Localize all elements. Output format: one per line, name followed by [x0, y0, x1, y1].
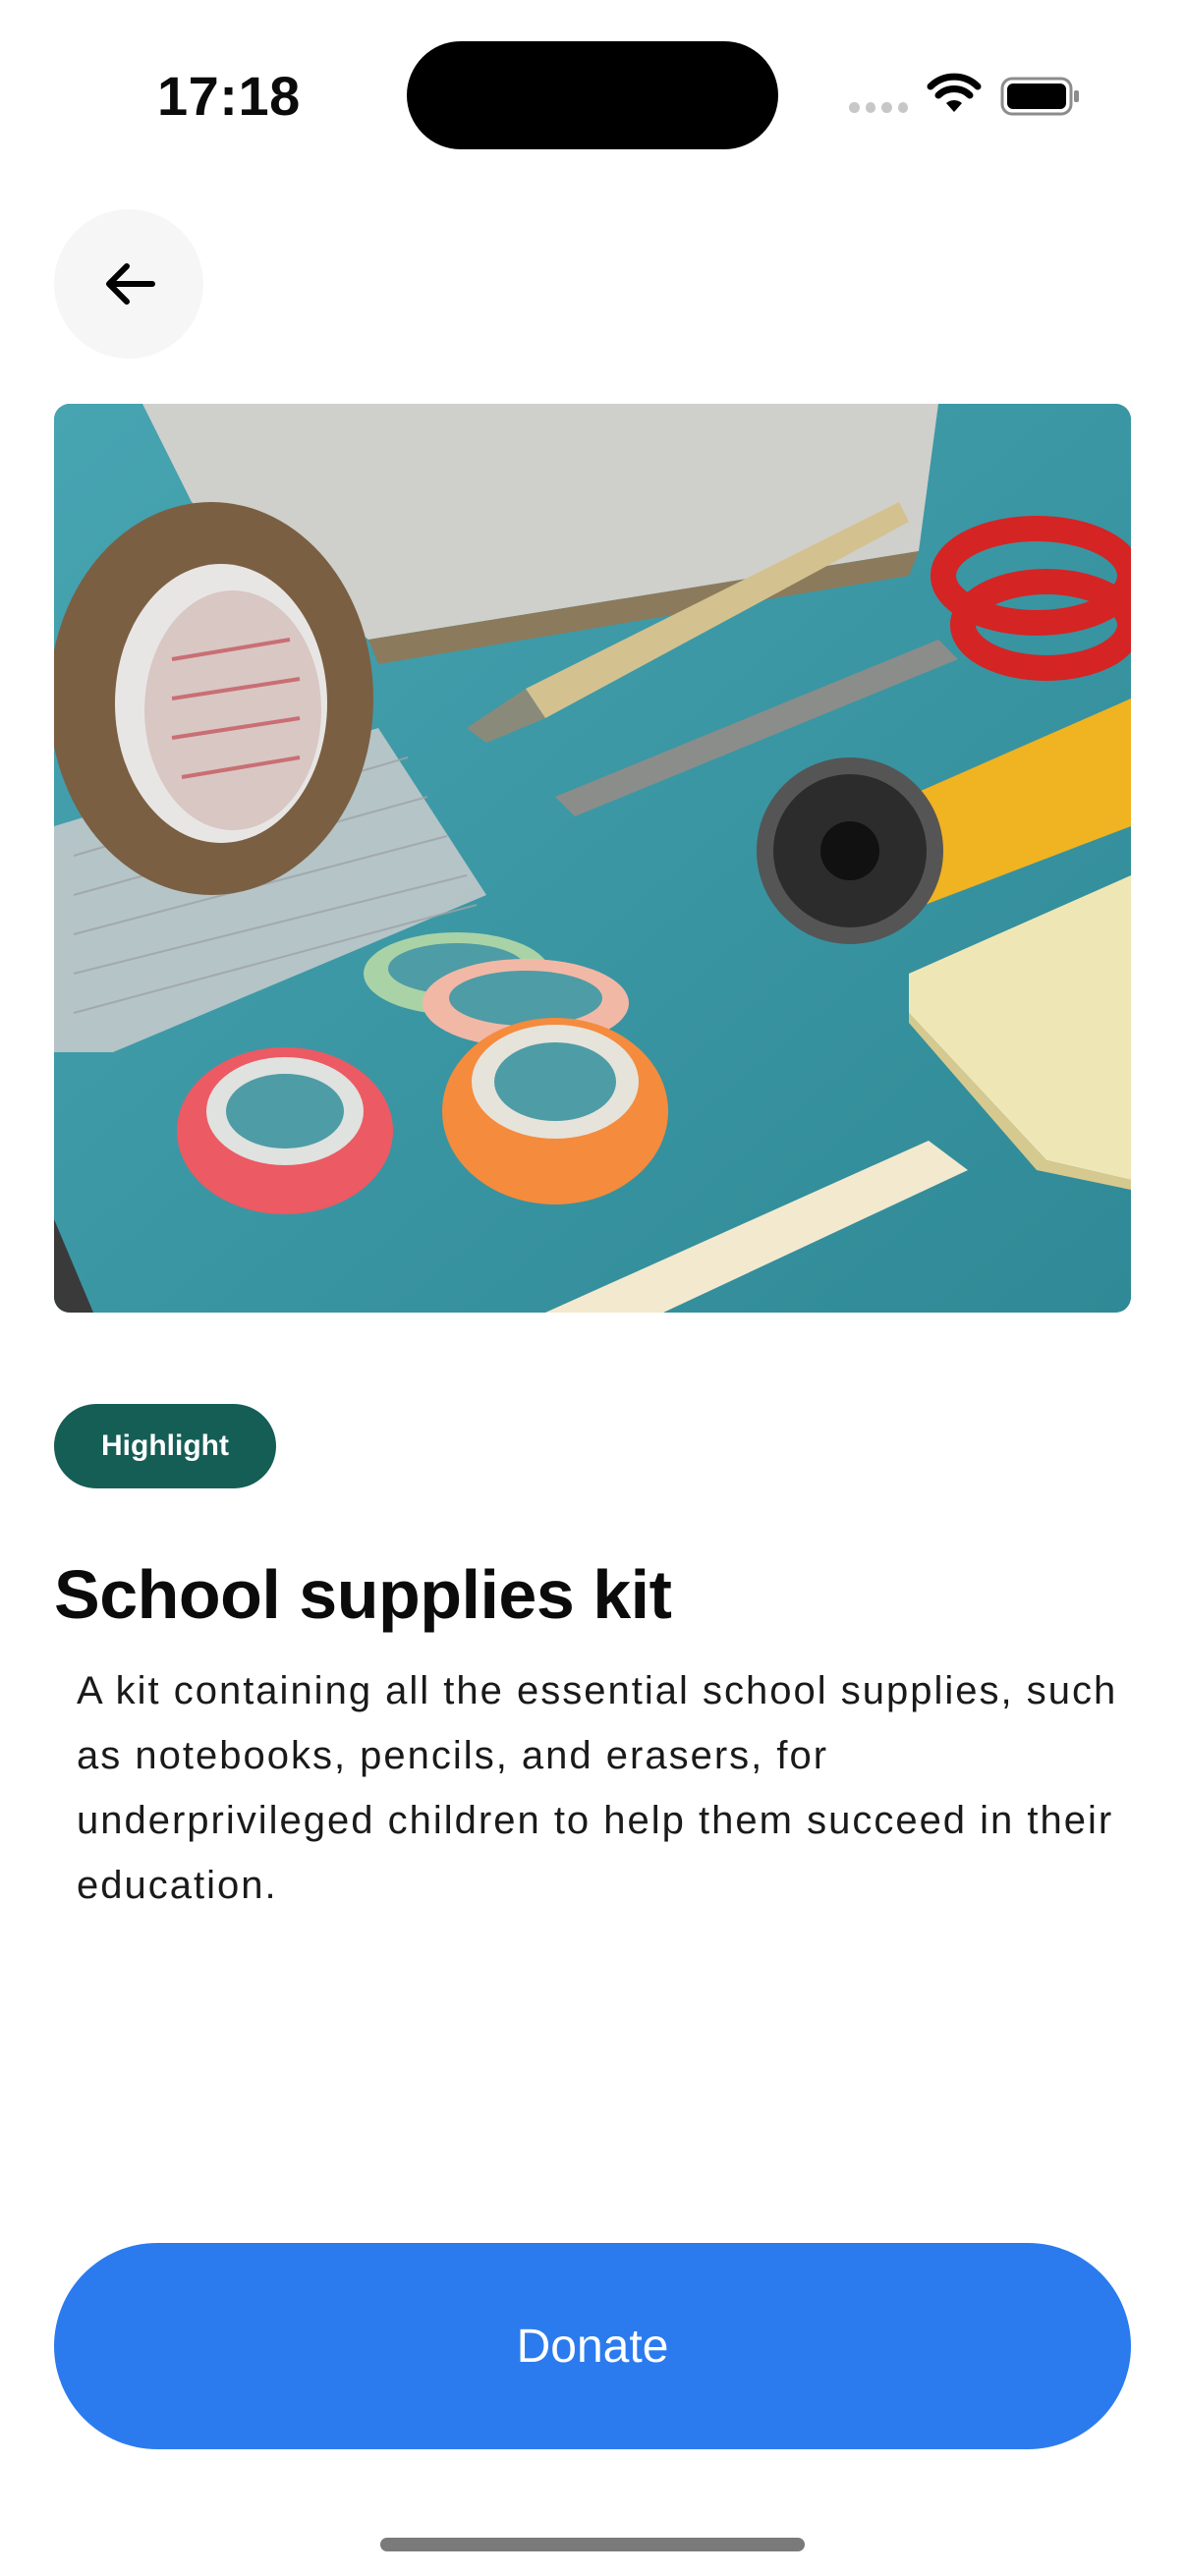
donate-button[interactable]: Donate	[54, 2243, 1131, 2449]
home-indicator	[380, 2538, 805, 2551]
back-button[interactable]	[54, 209, 203, 359]
wifi-icon	[927, 73, 982, 112]
highlight-badge: Highlight	[54, 1404, 276, 1488]
cellular-signal-icon	[849, 102, 908, 116]
product-title: School supplies kit	[54, 1556, 672, 1633]
status-time: 17:18	[157, 65, 301, 127]
product-description: A kit containing all the essential schoo…	[77, 1669, 1118, 1907]
dynamic-island	[407, 41, 778, 149]
arrow-left-icon	[106, 263, 155, 305]
product-image	[54, 404, 1131, 1313]
battery-icon	[1000, 77, 1079, 116]
